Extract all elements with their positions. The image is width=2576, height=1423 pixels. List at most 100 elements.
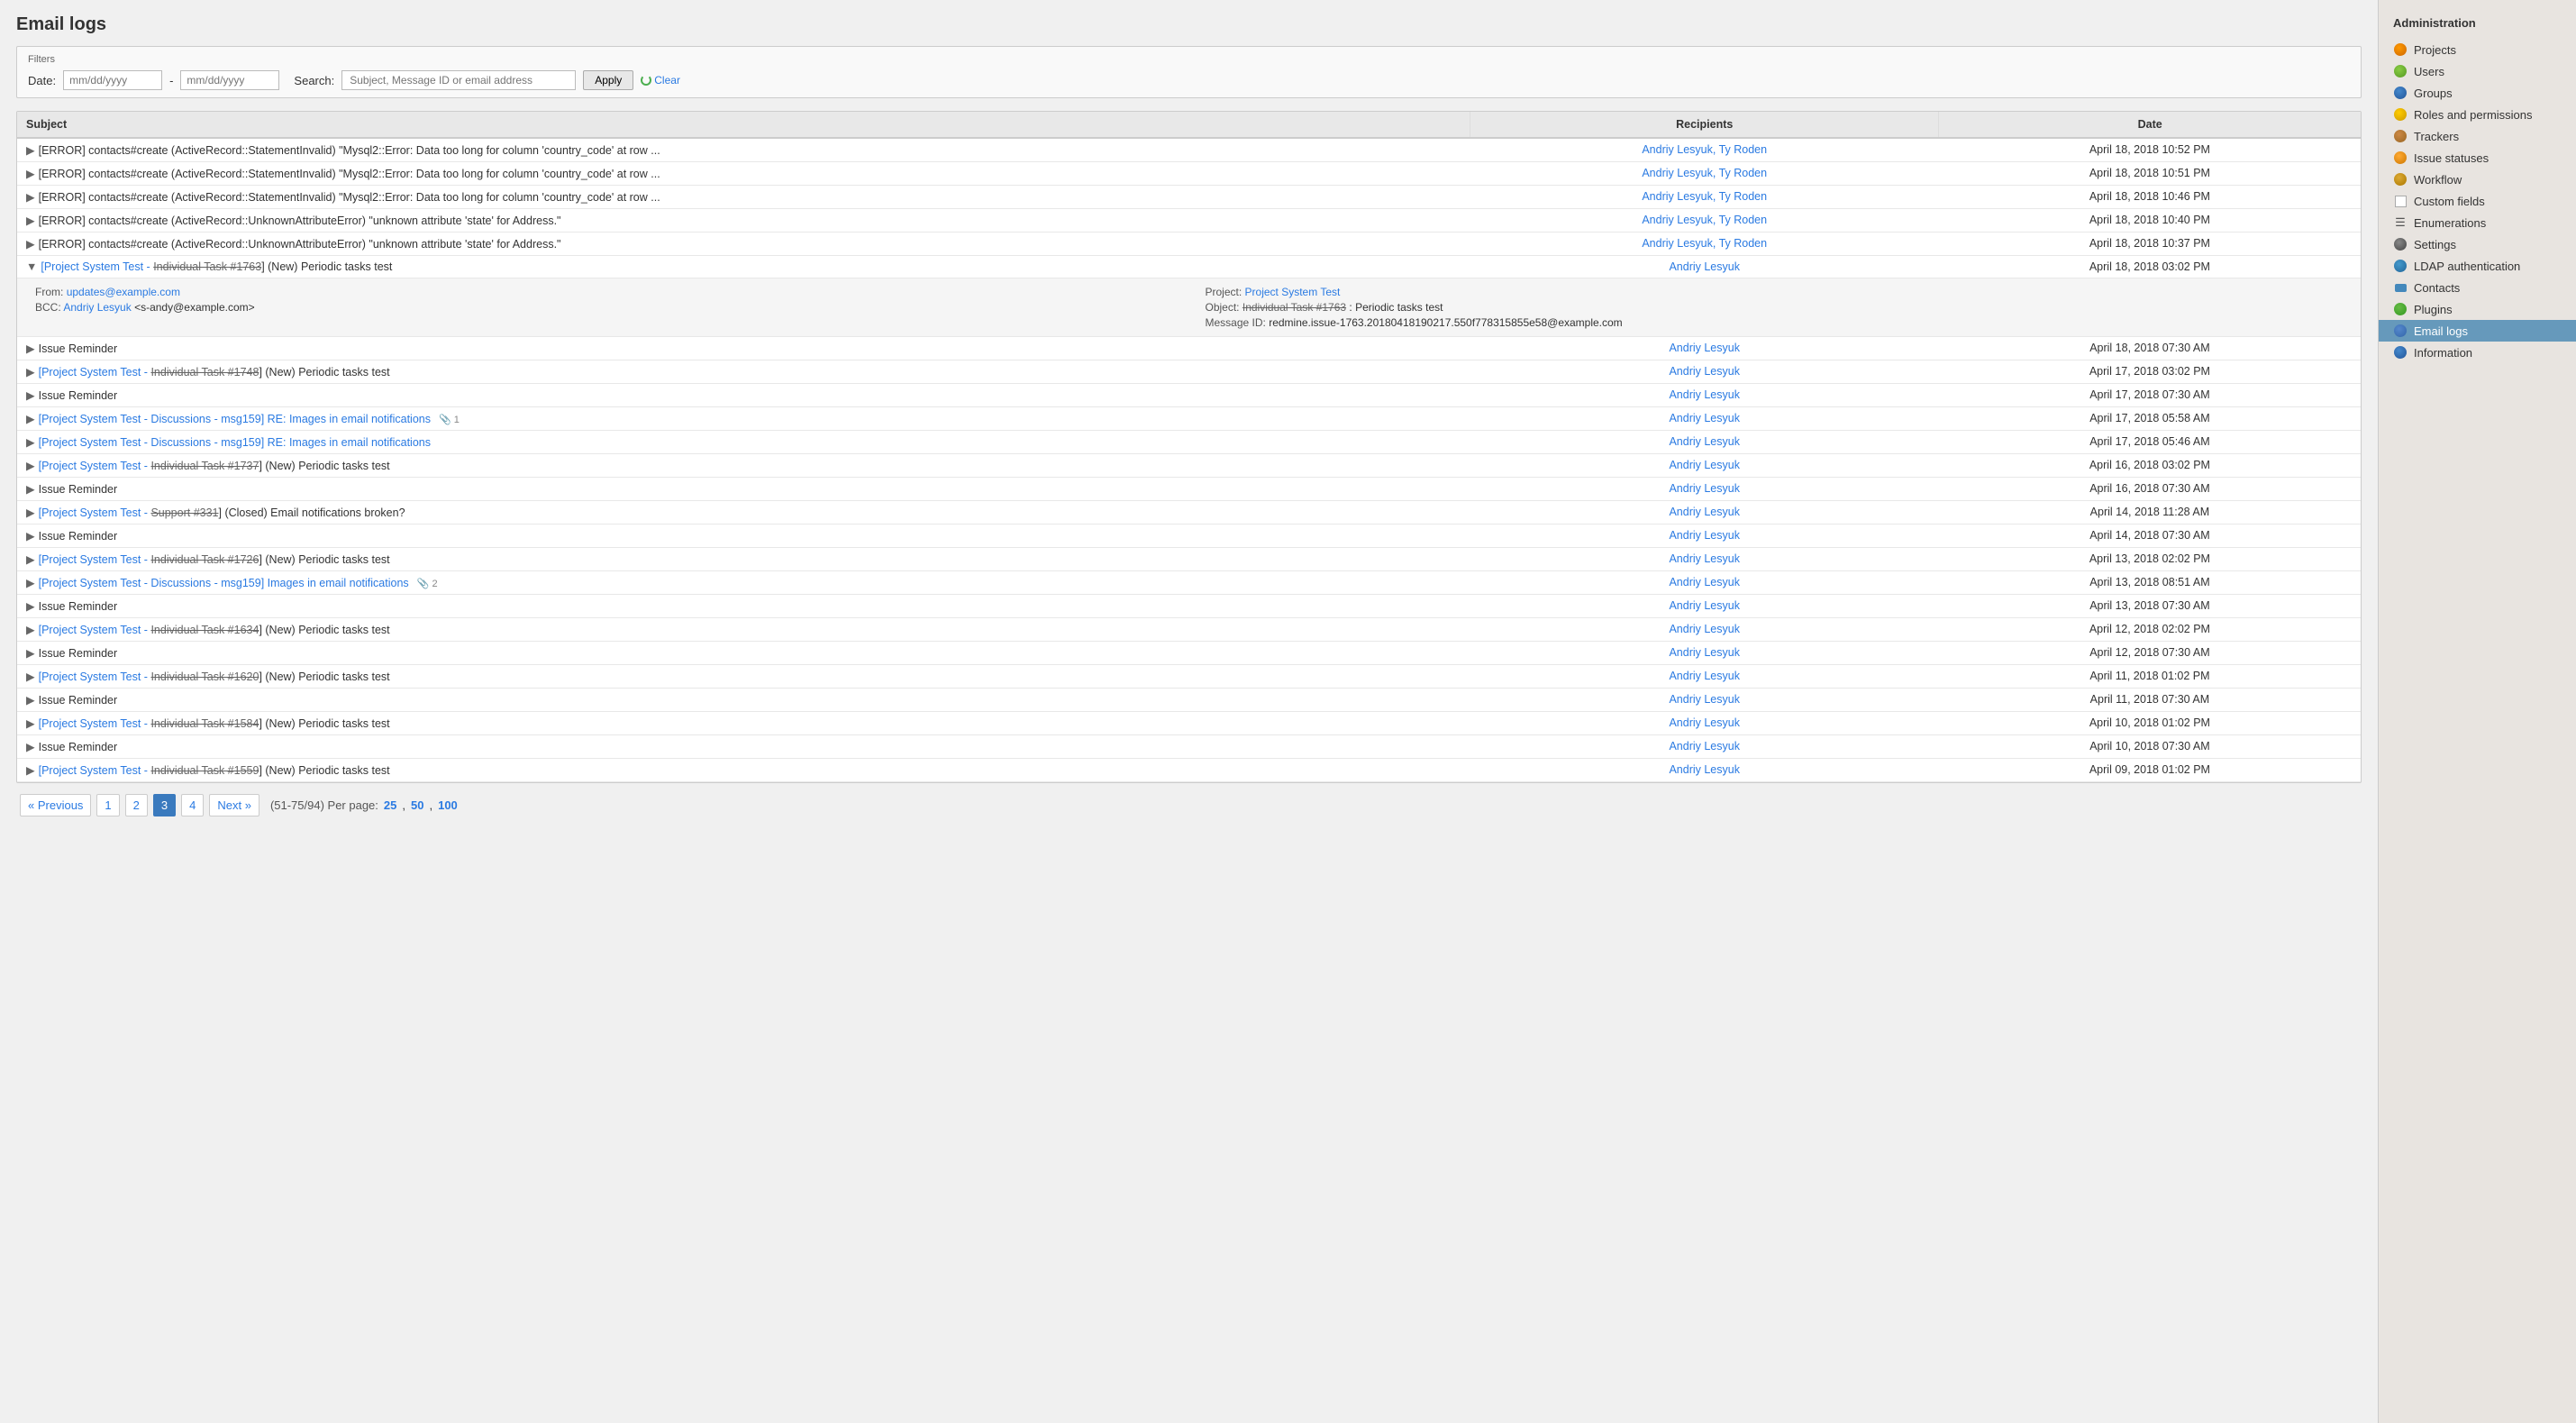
next-page-link[interactable]: Next » [209,794,259,816]
toggle-icon[interactable]: ▼ [26,260,37,273]
perpage-25[interactable]: 25 [384,798,396,812]
toggle-icon[interactable]: ▶ [26,143,35,157]
recipient-link[interactable]: Andriy Lesyuk, Ty Roden [1642,143,1767,156]
toggle-icon[interactable]: ▶ [26,576,35,589]
bcc-label: BCC: [35,301,61,314]
page-3-link[interactable]: 3 [153,794,176,816]
toggle-icon[interactable]: ▶ [26,623,35,636]
toggle-icon[interactable]: ▶ [26,342,35,355]
toggle-icon[interactable]: ▶ [26,167,35,180]
recipient-link[interactable]: Andriy Lesyuk [1669,693,1740,706]
reminder-subject: Issue Reminder [39,342,118,355]
recipient-link[interactable]: Andriy Lesyuk [1669,576,1740,588]
project-link[interactable]: Project System Test [1245,286,1341,298]
toggle-icon[interactable]: ▶ [26,412,35,425]
toggle-icon[interactable]: ▶ [26,599,35,613]
sidebar-item-statuses[interactable]: Issue statuses [2379,147,2576,169]
toggle-icon[interactable]: ▶ [26,459,35,472]
sidebar-item-emaillogs[interactable]: Email logs [2379,320,2576,342]
sidebar-item-projects[interactable]: Projects [2379,39,2576,60]
subject-project-link[interactable]: [Project System Test - [39,624,151,636]
toggle-icon[interactable]: ▶ [26,763,35,777]
recipient-link[interactable]: Andriy Lesyuk [1669,435,1740,448]
toggle-icon[interactable]: ▶ [26,716,35,730]
subject-link[interactable]: [Project System Test - Discussions - msg… [39,413,431,425]
error-subject: [ERROR] contacts#create (ActiveRecord::S… [39,168,660,180]
toggle-icon[interactable]: ▶ [26,506,35,519]
toggle-icon[interactable]: ▶ [26,388,35,402]
toggle-icon[interactable]: ▶ [26,214,35,227]
sidebar-item-trackers[interactable]: Trackers [2379,125,2576,147]
sidebar-item-settings[interactable]: Settings [2379,233,2576,255]
toggle-icon[interactable]: ▶ [26,237,35,251]
page-2-link[interactable]: 2 [125,794,148,816]
recipient-link[interactable]: Andriy Lesyuk [1669,763,1740,776]
sidebar-item-custom[interactable]: Custom fields [2379,190,2576,212]
apply-button[interactable]: Apply [583,70,633,90]
date-from-input[interactable] [63,70,162,90]
subject-project-link[interactable]: [Project System Test - [39,717,151,730]
toggle-icon[interactable]: ▶ [26,693,35,707]
perpage-50[interactable]: 50 [411,798,423,812]
toggle-icon[interactable]: ▶ [26,190,35,204]
previous-page-link[interactable]: « Previous [20,794,91,816]
recipient-link[interactable]: Andriy Lesyuk [1669,623,1740,635]
from-email-link[interactable]: updates@example.com [67,286,180,298]
toggle-icon[interactable]: ▶ [26,670,35,683]
sidebar-item-roles[interactable]: Roles and permissions [2379,104,2576,125]
subject-project-link[interactable]: [Project System Test - [39,553,151,566]
sidebar-item-plugins[interactable]: Plugins [2379,298,2576,320]
recipient-link[interactable]: Andriy Lesyuk [1669,365,1740,378]
sidebar: Administration ProjectsUsersGroupsRoles … [2378,0,2576,1423]
recipient-link[interactable]: Andriy Lesyuk [1669,740,1740,753]
recipient-link[interactable]: Andriy Lesyuk [1669,506,1740,518]
recipient-link[interactable]: Andriy Lesyuk [1669,599,1740,612]
sidebar-item-users[interactable]: Users [2379,60,2576,82]
recipient-link[interactable]: Andriy Lesyuk [1669,260,1740,273]
toggle-icon[interactable]: ▶ [26,435,35,449]
date-to-input[interactable] [180,70,279,90]
toggle-icon[interactable]: ▶ [26,552,35,566]
subject-project-link[interactable]: [Project System Test - [39,764,151,777]
recipient-link[interactable]: Andriy Lesyuk [1669,646,1740,659]
bcc-link[interactable]: Andriy Lesyuk [63,301,131,314]
subject-link[interactable]: [Project System Test - Discussions - msg… [39,577,409,589]
recipient-link[interactable]: Andriy Lesyuk, Ty Roden [1642,214,1767,226]
recipient-link[interactable]: Andriy Lesyuk, Ty Roden [1642,237,1767,250]
recipient-link[interactable]: Andriy Lesyuk [1669,342,1740,354]
subject-project-link[interactable]: [Project System Test - [39,460,151,472]
recipient-link[interactable]: Andriy Lesyuk [1669,716,1740,729]
search-input[interactable] [341,70,576,90]
subject-project-link[interactable]: [Project System Test - [39,670,151,683]
sidebar-item-contacts[interactable]: Contacts [2379,277,2576,298]
page-4-link[interactable]: 4 [181,794,204,816]
recipient-link[interactable]: Andriy Lesyuk [1669,552,1740,565]
subject-project-link[interactable]: [Project System Test - [39,366,151,379]
recipient-link[interactable]: Andriy Lesyuk [1669,482,1740,495]
sidebar-item-workflow[interactable]: Workflow [2379,169,2576,190]
sidebar-label-emaillogs: Email logs [2414,324,2468,338]
table-row: ▶[ERROR] contacts#create (ActiveRecord::… [17,209,2361,233]
recipient-link[interactable]: Andriy Lesyuk [1669,412,1740,424]
toggle-icon[interactable]: ▶ [26,365,35,379]
sidebar-item-info[interactable]: Information [2379,342,2576,363]
recipient-link[interactable]: Andriy Lesyuk [1669,670,1740,682]
toggle-icon[interactable]: ▶ [26,529,35,543]
recipient-link[interactable]: Andriy Lesyuk [1669,459,1740,471]
toggle-icon[interactable]: ▶ [26,740,35,753]
recipient-link[interactable]: Andriy Lesyuk, Ty Roden [1642,190,1767,203]
subject-project-link[interactable]: [Project System Test - [41,260,153,273]
subject-link[interactable]: [Project System Test - Discussions - msg… [39,436,431,449]
recipient-link[interactable]: Andriy Lesyuk [1669,388,1740,401]
recipient-link[interactable]: Andriy Lesyuk [1669,529,1740,542]
sidebar-item-ldap[interactable]: LDAP authentication [2379,255,2576,277]
clear-link[interactable]: Clear [641,74,680,87]
toggle-icon[interactable]: ▶ [26,482,35,496]
perpage-100[interactable]: 100 [438,798,458,812]
recipient-link[interactable]: Andriy Lesyuk, Ty Roden [1642,167,1767,179]
sidebar-item-enum[interactable]: ☰Enumerations [2379,212,2576,233]
subject-project-link[interactable]: [Project System Test - [39,506,151,519]
sidebar-item-groups[interactable]: Groups [2379,82,2576,104]
page-1-link[interactable]: 1 [96,794,119,816]
toggle-icon[interactable]: ▶ [26,646,35,660]
